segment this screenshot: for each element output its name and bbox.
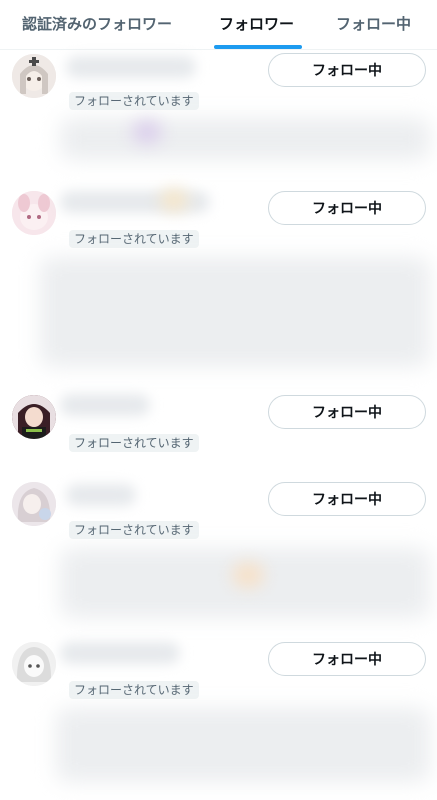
redacted-emoji <box>160 189 188 211</box>
tab-followers[interactable]: フォロワー <box>219 0 294 49</box>
following-button[interactable]: フォロー中 <box>268 191 426 225</box>
list-item[interactable]: フォローされています フォロー中 <box>0 50 437 175</box>
redacted-user-name <box>60 642 180 664</box>
redacted-bio <box>60 118 430 160</box>
follows-you-badge: フォローされています <box>69 230 199 248</box>
redacted-emoji <box>232 562 264 588</box>
redacted-user-name <box>66 56 196 78</box>
list-item[interactable]: フォローされています フォロー中 <box>0 390 437 470</box>
tab-bar: 認証済みのフォロワー フォロワー フォロー中 <box>0 0 437 50</box>
redacted-emoji <box>132 120 162 144</box>
tab-verified-followers[interactable]: 認証済みのフォロワー <box>22 0 172 49</box>
following-button[interactable]: フォロー中 <box>268 642 426 676</box>
list-item[interactable]: フォローされています フォロー中 <box>0 478 437 628</box>
avatar[interactable] <box>12 54 56 98</box>
avatar-image <box>12 642 56 686</box>
avatar[interactable] <box>12 482 56 526</box>
avatar[interactable] <box>12 191 56 235</box>
avatar[interactable] <box>12 642 56 686</box>
redacted-user-name <box>66 484 136 506</box>
redacted-user-name <box>60 394 150 416</box>
avatar-image <box>12 482 56 526</box>
following-button[interactable]: フォロー中 <box>268 53 426 87</box>
avatar-image <box>12 54 56 98</box>
following-button[interactable]: フォロー中 <box>268 482 426 516</box>
redacted-bio <box>56 708 430 782</box>
redacted-bio <box>40 257 430 367</box>
follows-you-badge: フォローされています <box>69 434 199 452</box>
follows-you-badge: フォローされています <box>69 92 199 110</box>
list-item[interactable]: フォローされています フォロー中 <box>0 185 437 385</box>
avatar-image <box>12 395 56 439</box>
following-button[interactable]: フォロー中 <box>268 395 426 429</box>
list-item[interactable]: フォローされています フォロー中 <box>0 638 437 798</box>
tab-following[interactable]: フォロー中 <box>336 0 411 49</box>
active-tab-indicator <box>214 45 302 49</box>
avatar[interactable] <box>12 395 56 439</box>
avatar-image <box>12 191 56 235</box>
follows-you-badge: フォローされています <box>69 521 199 539</box>
follows-you-badge: フォローされています <box>69 681 199 699</box>
